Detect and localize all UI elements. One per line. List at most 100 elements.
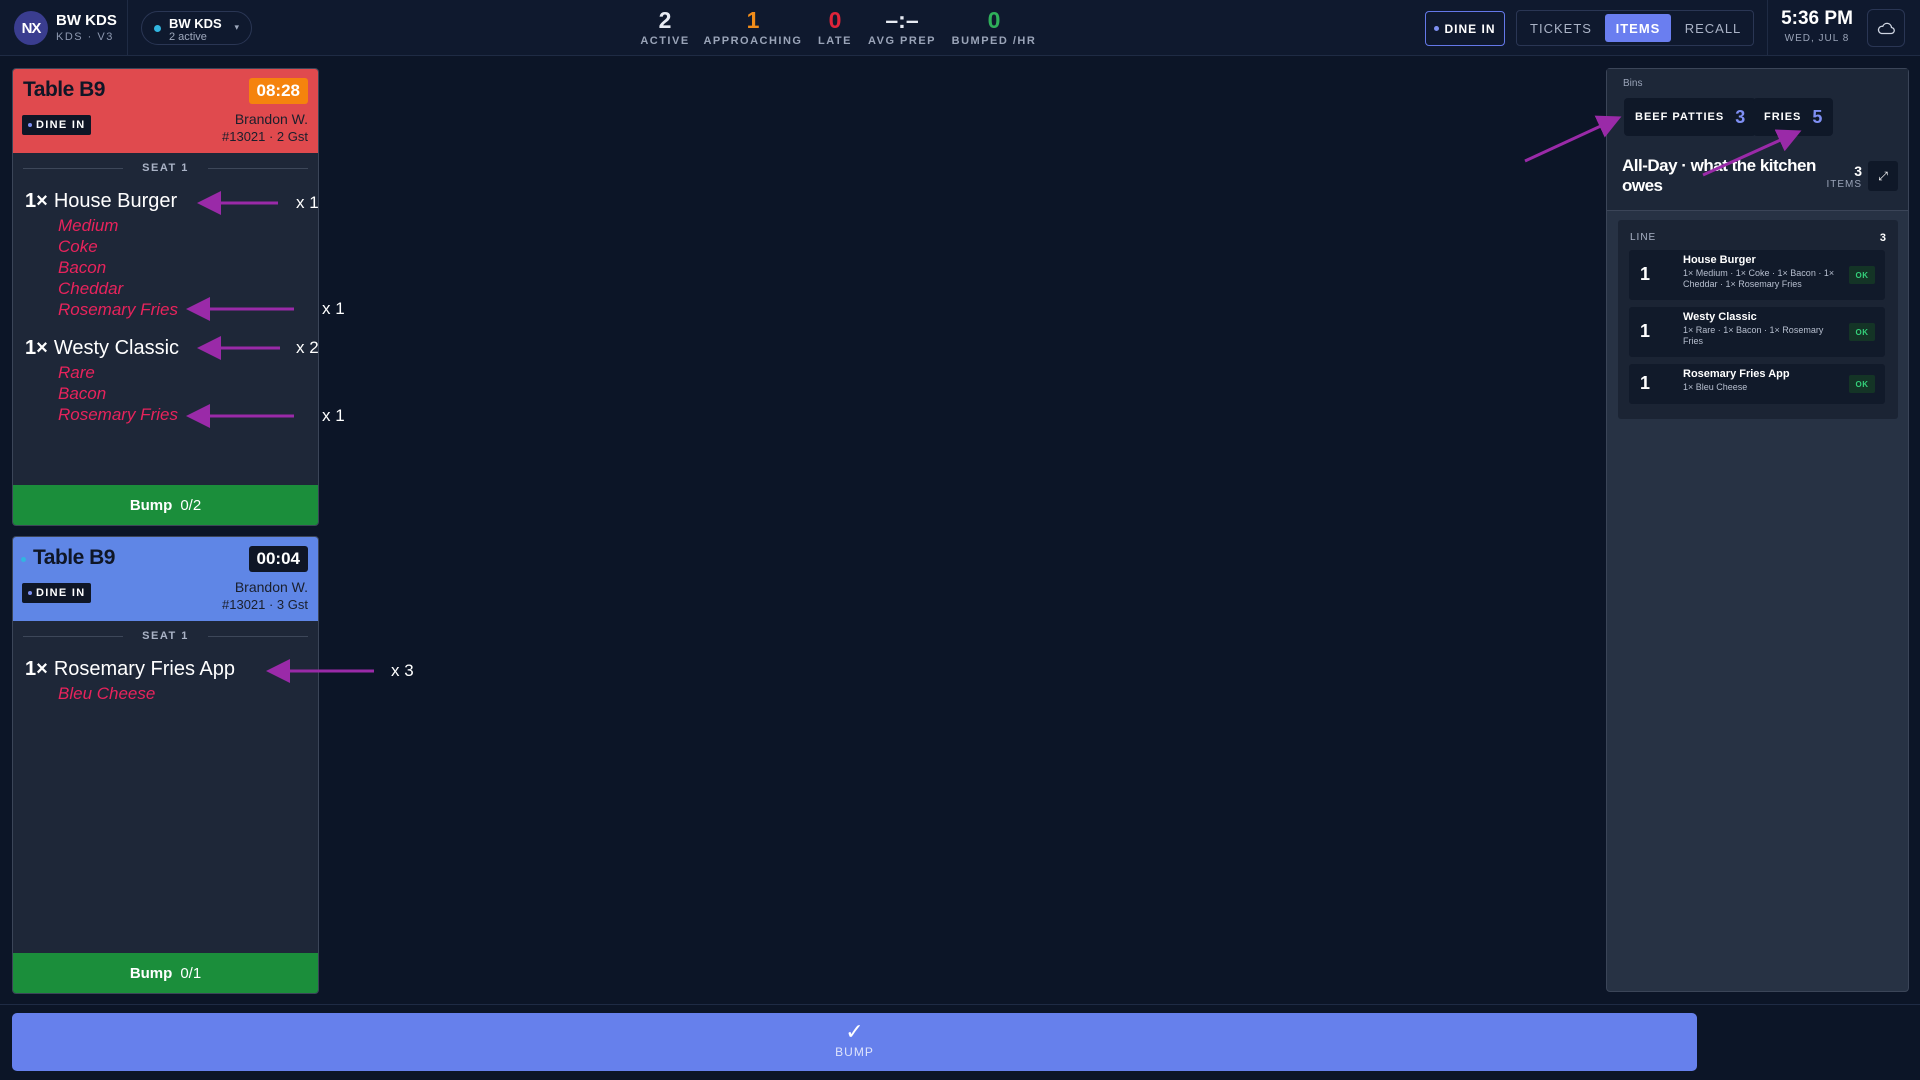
clock: 5:36 PM WED, JUL 8 — [1772, 8, 1862, 46]
ticket-header: Table B9 00:04 DINE IN Brandon W. #13021… — [13, 537, 318, 621]
new-indicator-icon — [21, 557, 26, 562]
clock-date: WED, JUL 8 — [1784, 33, 1850, 44]
app-version: KDS · V3 — [56, 31, 114, 43]
all-day-count-value: 3 — [1854, 163, 1862, 179]
collapse-icon: ⤢ — [1878, 168, 1888, 183]
modifier: Rosemary Fries — [58, 300, 178, 319]
ticket-card[interactable]: Table B9 00:04 DINE IN Brandon W. #13021… — [12, 536, 319, 994]
stat-label: ACTIVE — [640, 35, 690, 47]
annotation-arrow — [1524, 115, 1622, 163]
bins-label: Bins — [1623, 78, 1643, 89]
tab-recall[interactable]: RECALL — [1675, 14, 1751, 42]
stat-value: 0 — [828, 7, 842, 33]
app-name: BW KDS — [56, 12, 117, 29]
item-qty: 1 — [1640, 373, 1651, 393]
bump-progress: 0/1 — [180, 964, 202, 982]
dine-in-filter-button[interactable]: DINE IN — [1425, 11, 1505, 46]
line-name: House Burger — [53, 190, 178, 212]
ticket-title: Table B9 — [33, 546, 115, 569]
ok-status-badge[interactable]: OK — [1849, 375, 1875, 393]
bin-count: 5 — [1812, 106, 1823, 127]
modifier: Rosemary Fries — [58, 405, 178, 424]
station-count: 3 — [1879, 232, 1886, 244]
all-day-item[interactable]: 1 Westy Classic 1× Rare · 1× Bacon · 1× … — [1629, 307, 1885, 357]
filter-label: DINE IN — [1444, 21, 1496, 36]
station-selector[interactable]: BW KDS 2 active ▾ — [141, 11, 252, 45]
line-name: Rosemary Fries App — [53, 658, 235, 680]
ticket-line-item[interactable]: 1× Westy Classic — [25, 337, 179, 360]
line-name: Westy Classic — [53, 337, 180, 359]
annotation-label: x 1 — [296, 193, 319, 212]
divider — [0, 1004, 1920, 1005]
stat-bumped-per-hour: 0 BUMPED /HR — [950, 6, 1038, 48]
ticket-card[interactable]: Table B9 08:28 DINE IN Brandon W. #13021… — [12, 68, 319, 526]
server-name: Brandon W. — [234, 579, 308, 595]
bin-fries[interactable]: FRIES 5 — [1753, 98, 1834, 136]
bin-name: BEEF PATTIES — [1635, 111, 1725, 123]
ticket-line-item[interactable]: 1× Rosemary Fries App — [25, 658, 235, 681]
tab-items[interactable]: ITEMS — [1605, 14, 1671, 42]
chevron-down-icon: ▾ — [234, 22, 239, 32]
bins-header: Bins BEEF PATTIES 3 FRIES 5 All-Day · wh… — [1607, 69, 1908, 211]
bump-progress: 0/2 — [180, 496, 202, 514]
all-day-panel: Bins BEEF PATTIES 3 FRIES 5 All-Day · wh… — [1606, 68, 1909, 992]
ticket-line-item[interactable]: 1× House Burger — [25, 190, 177, 213]
tab-tickets[interactable]: TICKETS — [1521, 14, 1601, 42]
stat-value: –:– — [885, 7, 919, 33]
app-logo: NX — [14, 11, 48, 45]
ticket-header: Table B9 08:28 DINE IN Brandon W. #13021… — [13, 69, 318, 153]
order-number: #13021 · 3 Gst — [222, 597, 308, 612]
line-qty: 1× — [25, 190, 48, 212]
bump-all-button[interactable]: ✓ BUMP — [12, 1013, 1697, 1071]
bin-name: FRIES — [1764, 111, 1802, 123]
ticket-timer: 00:04 — [248, 546, 308, 572]
stat-label: LATE — [818, 35, 852, 47]
annotation-label: x 1 — [322, 406, 345, 425]
seat-divider: SEAT 1 — [13, 153, 318, 183]
order-number: #13021 · 2 Gst — [222, 129, 308, 144]
bump-ticket-button[interactable]: Bump 0/2 — [13, 485, 318, 525]
stat-label: AVG PREP — [867, 35, 937, 47]
line-qty: 1× — [25, 658, 48, 680]
modifier: Bacon — [58, 258, 107, 277]
item-qty: 1 — [1640, 264, 1651, 284]
station-label: LINE — [1630, 232, 1657, 243]
bump-all-label: BUMP — [835, 1045, 874, 1059]
order-type-badge: DINE IN — [22, 583, 92, 603]
item-mods: 1× Bleu Cheese — [1683, 382, 1748, 392]
item-mods: 1× Rare · 1× Bacon · 1× Rosemary Fries — [1683, 325, 1824, 346]
line-station-group: LINE 3 1 House Burger 1× Medium · 1× Cok… — [1618, 220, 1898, 419]
ok-status-badge[interactable]: OK — [1849, 266, 1875, 284]
stat-approaching: 1 APPROACHING — [703, 6, 803, 48]
order-type-badge: DINE IN — [22, 115, 92, 135]
bump-ticket-button[interactable]: Bump 0/1 — [13, 953, 318, 993]
ok-status-badge[interactable]: OK — [1849, 323, 1875, 341]
stat-value: 1 — [746, 7, 760, 33]
all-day-count: 3 ITEMS — [1815, 164, 1862, 191]
bin-count: 3 — [1735, 106, 1746, 127]
line-qty: 1× — [25, 337, 48, 359]
checkmark-icon: ✓ — [845, 1019, 864, 1044]
modifier: Cheddar — [58, 279, 124, 298]
view-tabs: TICKETS ITEMS RECALL — [1516, 10, 1754, 46]
bin-beef-patties[interactable]: BEEF PATTIES 3 — [1624, 98, 1757, 136]
bump-label: Bump — [129, 496, 173, 514]
stat-active: 2 ACTIVE — [638, 6, 692, 48]
cloud-sync-button[interactable] — [1867, 9, 1905, 47]
all-day-title: All-Day · what the kitchen owes — [1622, 156, 1816, 195]
stat-value: 0 — [987, 7, 1001, 33]
item-mods: 1× Medium · 1× Coke · 1× Bacon · 1× Ched… — [1683, 268, 1835, 289]
all-day-item[interactable]: 1 House Burger 1× Medium · 1× Coke · 1× … — [1629, 250, 1885, 300]
stat-late: 0 LATE — [814, 6, 856, 48]
clock-time: 5:36 PM — [1781, 8, 1853, 29]
all-day-item[interactable]: 1 Rosemary Fries App 1× Bleu Cheese OK — [1629, 364, 1885, 404]
stat-label: APPROACHING — [703, 35, 803, 47]
stat-avg-prep: –:– AVG PREP — [866, 6, 938, 48]
item-qty: 1 — [1640, 321, 1651, 341]
all-day-count-label: ITEMS — [1826, 179, 1862, 190]
annotation-label: x 3 — [391, 661, 414, 680]
divider — [1767, 0, 1768, 56]
modifier: Rare — [58, 363, 95, 382]
collapse-panel-button[interactable]: ⤢ — [1868, 161, 1898, 191]
modifier: Bacon — [58, 384, 107, 403]
